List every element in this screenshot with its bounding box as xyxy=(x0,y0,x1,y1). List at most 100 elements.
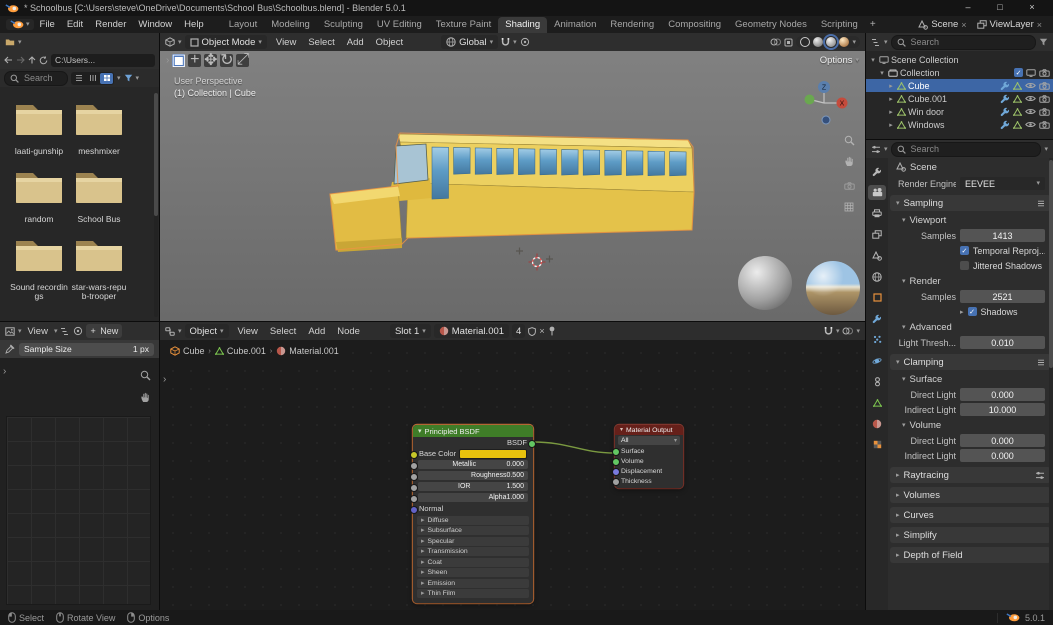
expand-icon[interactable]: ▸ xyxy=(960,308,964,316)
properties-tab-physics[interactable] xyxy=(868,353,886,368)
mode-dropdown[interactable]: Object Mode ▾ xyxy=(184,35,267,49)
mask-mode-icon[interactable] xyxy=(60,327,70,336)
slot-dropdown[interactable]: Slot 1 ▾ xyxy=(389,324,431,338)
tab-geometry-nodes[interactable]: Geometry Nodes xyxy=(728,17,814,33)
disclosure-icon[interactable]: ▾ xyxy=(869,56,877,64)
outliner-row-cube[interactable]: ▸ Cube xyxy=(866,79,1053,92)
outliner-search-input[interactable] xyxy=(908,36,1030,48)
options-button[interactable]: Options ▾ xyxy=(820,55,859,66)
scene-selector[interactable]: Scene × xyxy=(913,19,971,30)
gizmo-y-axis[interactable] xyxy=(804,94,815,105)
properties-editor-icon[interactable] xyxy=(871,145,881,154)
breadcrumb-item-material-001[interactable]: Material.001 xyxy=(276,346,339,356)
file-item-sound-recordings[interactable]: Sound recordings xyxy=(10,235,68,303)
zoom-icon[interactable] xyxy=(844,133,855,151)
properties-tab-object[interactable] xyxy=(868,290,886,305)
viewport-menu-add[interactable]: Add xyxy=(341,34,370,51)
menu-help[interactable]: Help xyxy=(178,16,210,33)
breadcrumb-item-cube[interactable]: Cube xyxy=(170,346,205,356)
properties-tab-render[interactable] xyxy=(868,185,886,200)
snap-magnet-icon[interactable] xyxy=(501,37,510,47)
tab-modeling[interactable]: Modeling xyxy=(264,17,317,33)
tab-shading[interactable]: Shading xyxy=(498,17,548,33)
outliner-row-windows[interactable]: ▸ Windows xyxy=(866,118,1053,131)
panel-volumes[interactable]: ▸ Volumes xyxy=(890,487,1051,503)
properties-tab-modifiers[interactable] xyxy=(868,311,886,326)
tab-uv-editing[interactable]: UV Editing xyxy=(370,17,429,33)
panel-volume[interactable]: ▾ Volume xyxy=(888,417,1053,433)
scale-tool[interactable]: ⤢ xyxy=(236,51,250,68)
panel-render[interactable]: ▾ Render xyxy=(888,273,1053,289)
panel-menu-icon[interactable] xyxy=(1037,359,1045,366)
shading-material-button[interactable] xyxy=(823,34,840,50)
panel-clamping[interactable]: ▾ Clamping xyxy=(890,354,1051,370)
properties-tab-texture[interactable] xyxy=(868,437,886,452)
file-search-field[interactable] xyxy=(4,70,68,86)
forward-icon[interactable] xyxy=(16,56,25,64)
horizontal-list-mode-button[interactable] xyxy=(86,73,99,84)
viewlayer-selector[interactable]: ViewLayer × xyxy=(972,19,1047,30)
navigation-gizmo[interactable]: Z X xyxy=(800,79,848,127)
image-view-menu[interactable]: View xyxy=(25,323,51,340)
parent-directory-icon[interactable] xyxy=(28,56,36,64)
shader-menu-select[interactable]: Select xyxy=(264,323,302,340)
base-color-socket[interactable] xyxy=(410,450,418,459)
panel-depth-of-field[interactable]: ▸ Depth of Field xyxy=(890,547,1051,563)
properties-tab-scene[interactable] xyxy=(868,248,886,263)
file-item-school-bus[interactable]: School Bus xyxy=(70,167,128,225)
outliner-row-cube-001[interactable]: ▸ Cube.001 xyxy=(866,92,1053,105)
viewport-menu-object[interactable]: Object xyxy=(370,34,409,51)
properties-tab-constraints[interactable] xyxy=(868,374,886,389)
maximize-button[interactable]: □ xyxy=(984,0,1016,16)
node-panel-diffuse[interactable]: ▸ Diffuse xyxy=(417,515,529,525)
overlays-toggle-icon[interactable] xyxy=(770,38,782,46)
render-engine-dropdown[interactable]: EEVEE ▾ xyxy=(960,177,1045,190)
prop-value-light-thresh[interactable]: 0.010 xyxy=(960,336,1045,349)
node-header[interactable]: ▾ Material Output xyxy=(615,425,683,435)
viewport-editor-icon[interactable] xyxy=(165,37,175,47)
node-panel-specular[interactable]: ▸ Specular xyxy=(417,536,529,546)
menu-render[interactable]: Render xyxy=(89,16,132,33)
metallic-socket[interactable] xyxy=(410,461,418,470)
fake-user-shield-icon[interactable] xyxy=(528,326,537,336)
viewport-menu-select[interactable]: Select xyxy=(302,34,340,51)
normal-socket[interactable] xyxy=(410,505,418,514)
collapse-icon[interactable]: ▾ xyxy=(620,427,623,433)
collapse-icon[interactable]: ▾ xyxy=(418,428,422,435)
minimize-button[interactable]: – xyxy=(952,0,984,16)
properties-tab-world[interactable] xyxy=(868,269,886,284)
metallic-slider[interactable]: Metallic 0.000 xyxy=(418,460,528,469)
eye-icon[interactable] xyxy=(1025,108,1036,115)
zoom-icon[interactable] xyxy=(140,368,151,386)
move-tool[interactable]: ✥ xyxy=(204,52,217,69)
menu-edit[interactable]: Edit xyxy=(61,16,89,33)
panel-viewport[interactable]: ▾ Viewport xyxy=(888,212,1053,228)
tab-texture-paint[interactable]: Texture Paint xyxy=(429,17,498,33)
overlays-dropdown-icon[interactable]: ▾ xyxy=(856,328,860,335)
blender-menu-button[interactable]: ▾ xyxy=(6,19,34,30)
shading-rendered-button[interactable] xyxy=(839,37,850,47)
displacement-socket[interactable] xyxy=(612,468,620,476)
camera-icon[interactable] xyxy=(1039,120,1050,129)
xray-toggle-icon[interactable] xyxy=(784,38,793,47)
tab-animation[interactable]: Animation xyxy=(547,17,603,33)
viewport-3d[interactable]: ▾ Object Mode ▾ View Select Add Object Glob… xyxy=(160,33,865,321)
file-search-input[interactable] xyxy=(22,72,62,84)
unlink-scene-icon[interactable]: × xyxy=(961,20,966,30)
filter-dropdown-icon[interactable]: ▾ xyxy=(136,75,140,82)
bsdf-output-socket[interactable] xyxy=(528,439,536,448)
3d-cursor[interactable] xyxy=(528,253,546,271)
camera-view-icon[interactable] xyxy=(844,177,855,195)
node-panel-sheen[interactable]: ▸ Sheen xyxy=(417,568,529,577)
tab-scripting[interactable]: Scripting xyxy=(814,17,865,33)
viewport-menu-view[interactable]: View xyxy=(270,34,302,51)
thickness-socket[interactable] xyxy=(612,478,620,486)
disclosure-icon[interactable]: ▸ xyxy=(887,108,895,116)
panel-curves[interactable]: ▸ Curves xyxy=(890,507,1051,523)
shader-editor-icon[interactable] xyxy=(165,326,175,336)
prop-value-direct-light[interactable]: 0.000 xyxy=(960,388,1045,401)
toolbar-expand-icon[interactable]: › xyxy=(3,366,6,377)
unlink-viewlayer-icon[interactable]: × xyxy=(1037,20,1042,30)
eye-icon[interactable] xyxy=(1025,121,1036,128)
menu-file[interactable]: File xyxy=(34,16,61,33)
